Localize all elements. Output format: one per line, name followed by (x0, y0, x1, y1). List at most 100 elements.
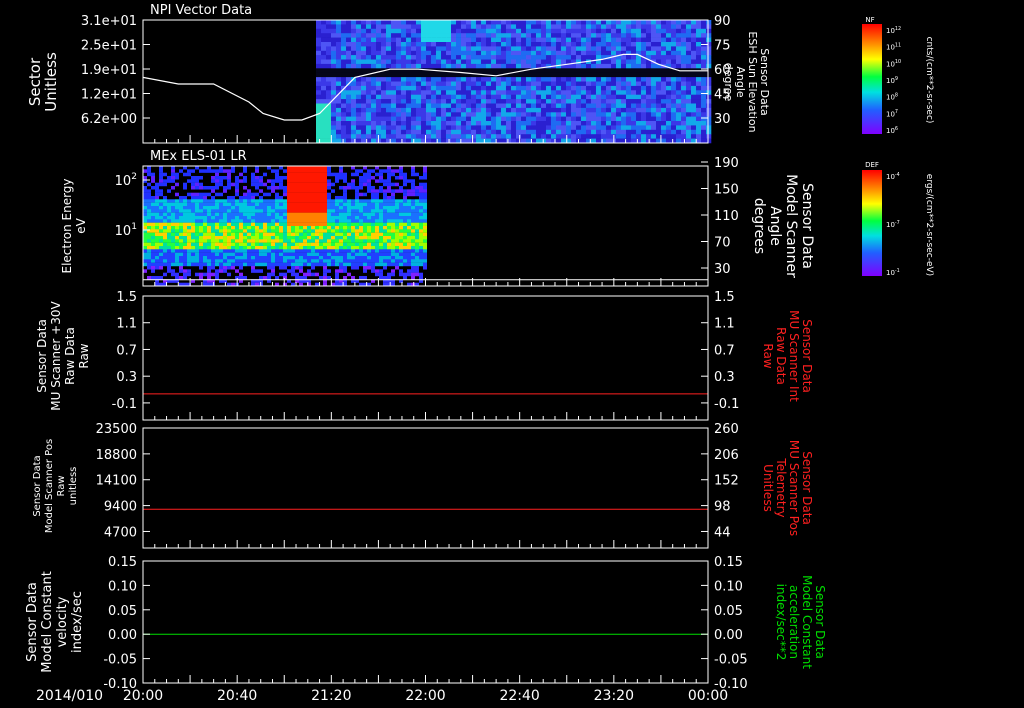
npi-heat-cell (561, 33, 567, 38)
npi-heat-cell (521, 121, 527, 126)
els-heat-cell (411, 189, 415, 193)
els-heat-cell (347, 219, 351, 223)
els-heat-cell (279, 272, 283, 277)
els-heat-cell (199, 246, 203, 250)
npi-heat-cell (546, 50, 552, 56)
els-heat-cell (219, 242, 223, 247)
els-heat-cell (419, 262, 423, 267)
npi-heat-cell (556, 59, 562, 65)
els-heat-cell (415, 199, 419, 203)
npi-heat-cell (506, 90, 512, 95)
els-heat-cell (387, 239, 391, 243)
els-heat-cell (271, 189, 275, 193)
npi-heat-cell (431, 103, 437, 109)
npi-heat-cell (701, 81, 707, 87)
els-heat-cell (183, 209, 187, 213)
npi-heat-cell (691, 24, 697, 30)
npi-heat-cell (706, 77, 712, 82)
els-heat-cell (359, 276, 363, 280)
els-heat-cell (403, 262, 407, 267)
els-heat-cell (327, 216, 331, 220)
els-heat-cell (179, 199, 183, 203)
npi-heat-cell (386, 81, 392, 87)
els-heat-cell (327, 269, 331, 273)
els-heat-cell (243, 232, 247, 237)
npi-heat-cell (631, 107, 637, 113)
npi-heat-cell (371, 99, 377, 104)
npi-heat-cell (541, 50, 547, 56)
els-heat-cell (151, 259, 155, 263)
els-heat-cell (279, 182, 283, 187)
els-heat-cell (163, 202, 167, 207)
els-heat-cell (143, 246, 147, 250)
els-heat-cell (175, 256, 179, 260)
els-heat-cell (267, 219, 271, 223)
els-heat-cell (199, 182, 203, 187)
els-heat-cell (407, 239, 411, 243)
npi-heat-cell (441, 63, 447, 69)
els-heat-cell (183, 202, 187, 207)
els-heat-cell (219, 199, 223, 203)
npi-heat-cell (431, 28, 437, 34)
els-heat-cell (327, 209, 331, 213)
els-heat-cell (231, 166, 235, 170)
els-heat-cell (143, 199, 147, 203)
npi-heat-cell (446, 107, 452, 113)
right-tick-label-model-constant: -0.05 (714, 653, 748, 668)
els-heat-cell (223, 246, 227, 250)
npi-heat-cell (696, 72, 702, 78)
els-heat-cell (295, 252, 299, 257)
els-heat-cell (311, 186, 315, 190)
els-heat-cell (343, 199, 347, 203)
els-heat-cell (307, 232, 311, 237)
els-heat-cell (375, 246, 379, 250)
npi-heat-cell (346, 63, 352, 69)
npi-heat-cell (546, 37, 552, 43)
els-heat-cell (215, 199, 219, 203)
els-heat-cell (339, 246, 343, 250)
els-heat-cell (191, 219, 195, 223)
els-heat-cell (195, 166, 199, 170)
npi-heat-cell (636, 94, 642, 100)
els-heat-cell (347, 252, 351, 257)
els-heat-cell (207, 186, 211, 190)
els-heat-cell (291, 236, 295, 240)
npi-heat-cell (551, 77, 557, 82)
els-heat-cell (163, 179, 167, 183)
els-heat-cell (167, 212, 171, 217)
npi-heat-cell (666, 85, 672, 91)
npi-heat-cell (601, 37, 607, 43)
npi-heat-cell (501, 107, 507, 113)
npi-heat-cell (381, 90, 387, 95)
els-heat-cell (207, 202, 211, 207)
els-heat-cell (143, 256, 147, 260)
npi-heat-cell (396, 72, 402, 78)
npi-heat-cell (696, 112, 702, 117)
npi-heat-cell (681, 24, 687, 30)
npi-heat-cell (426, 94, 432, 100)
els-heat-cell (407, 259, 411, 263)
npi-heat-cell (576, 28, 582, 34)
els-heat-cell (147, 219, 151, 223)
colorbar-tick-label: 106 (886, 126, 898, 135)
els-heat-cell (323, 182, 327, 187)
npi-heat-cell (326, 37, 332, 43)
npi-heat-cell (461, 33, 467, 38)
npi-heat-cell (701, 55, 707, 60)
els-heat-cell (319, 236, 323, 240)
npi-heat-cell (451, 90, 457, 95)
npi-heat-cell (346, 129, 352, 135)
npi-heat-cell (491, 103, 497, 109)
els-heat-cell (331, 202, 335, 207)
els-heat-cell (331, 219, 335, 223)
els-heat-cell (351, 179, 355, 183)
npi-heat-cell (466, 99, 472, 104)
npi-heat-cell (466, 77, 472, 82)
npi-heat-cell (606, 116, 612, 122)
els-heat-cell (255, 209, 259, 213)
els-heat-cell (415, 216, 419, 220)
els-heat-cell (283, 236, 287, 240)
els-heat-cell (195, 182, 199, 187)
els-heat-cell (371, 262, 375, 267)
npi-heat-cell (616, 59, 622, 65)
